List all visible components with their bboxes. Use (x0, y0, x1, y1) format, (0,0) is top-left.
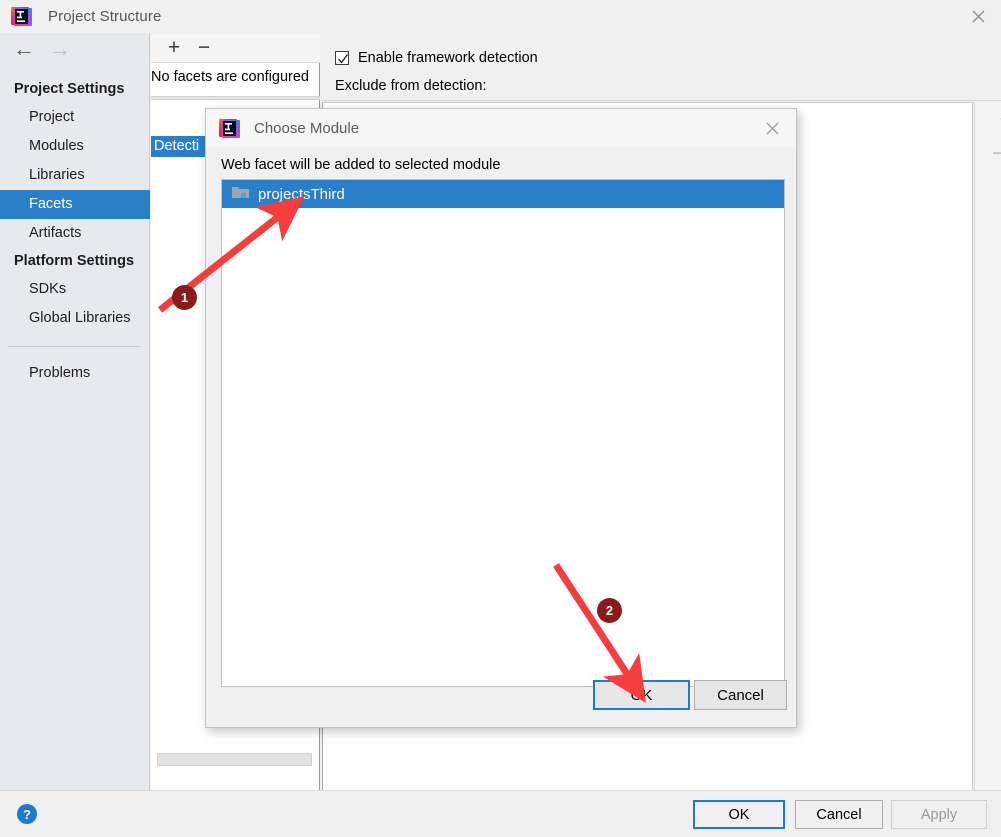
remove-exclusion-button: − (991, 141, 1001, 165)
module-list-item-projectsthird[interactable]: projectsThird (222, 180, 784, 208)
facets-horizontal-scrollbar[interactable] (157, 753, 312, 766)
sidebar-item-global-libraries[interactable]: Global Libraries (0, 304, 150, 333)
forward-arrow-icon[interactable]: → (42, 34, 78, 64)
module-folder-icon (232, 185, 249, 204)
dialog-title-bar: Choose Module (206, 109, 796, 147)
window-title: Project Structure (48, 8, 162, 25)
no-facets-message: No facets are configured (151, 69, 309, 85)
detection-header: Enable framework detection Exclude from … (321, 33, 1001, 101)
exclude-list-toolbar: + − (974, 102, 1001, 791)
sidebar-item-modules[interactable]: Modules (0, 132, 150, 161)
module-list-item-label: projectsThird (258, 185, 345, 203)
add-exclusion-button[interactable]: + (983, 102, 1001, 136)
dialog-cancel-button[interactable]: Cancel (694, 680, 787, 710)
dialog-ok-button[interactable]: OK (593, 680, 690, 710)
choose-module-dialog: Choose Module Web facet will be added to… (205, 108, 797, 728)
back-arrow-icon[interactable]: ← (6, 34, 42, 64)
window-close-button[interactable] (955, 0, 1001, 33)
ok-button[interactable]: OK (693, 800, 785, 829)
dialog-button-bar: OK Cancel (206, 667, 796, 727)
sidebar-group-platform-settings: Platform Settings (14, 253, 135, 269)
dialog-close-button[interactable] (750, 109, 794, 147)
sidebar-item-artifacts[interactable]: Artifacts (0, 219, 150, 248)
enable-framework-detection-label: Enable framework detection (358, 50, 538, 66)
add-facet-button[interactable]: + (159, 34, 189, 62)
remove-facet-button[interactable]: − (189, 34, 219, 62)
settings-sidebar: ← → Project Settings Project Modules Lib… (0, 33, 150, 790)
project-structure-window: Project Structure ← → Project Settings P… (0, 0, 1001, 837)
module-list[interactable]: projectsThird (221, 179, 785, 687)
help-icon[interactable]: ? (17, 804, 37, 824)
sidebar-divider (8, 346, 140, 347)
window-button-bar: ? OK Cancel Apply (0, 790, 1001, 837)
dialog-prompt: Web facet will be added to selected modu… (221, 157, 501, 173)
close-icon (972, 10, 984, 23)
window-title-bar: Project Structure (0, 0, 1001, 33)
apply-button: Apply (891, 800, 987, 829)
intellij-idea-logo-icon (11, 6, 32, 27)
navigation-arrows: ← → (0, 33, 150, 65)
facets-splitter[interactable] (151, 96, 320, 100)
facets-toolbar: + − (151, 33, 320, 63)
checkmark-icon (338, 54, 349, 64)
sidebar-item-problems[interactable]: Problems (0, 359, 150, 388)
enable-framework-detection-checkbox[interactable] (335, 51, 349, 65)
intellij-idea-logo-icon (219, 118, 240, 139)
cancel-button[interactable]: Cancel (795, 800, 883, 829)
enable-framework-detection-row[interactable]: Enable framework detection (335, 50, 538, 66)
sidebar-item-facets[interactable]: Facets (0, 190, 150, 219)
sidebar-item-libraries[interactable]: Libraries (0, 161, 150, 190)
sidebar-item-sdks[interactable]: SDKs (0, 275, 150, 304)
dialog-title: Choose Module (254, 119, 360, 137)
exclude-from-detection-label: Exclude from detection: (335, 78, 487, 94)
close-icon (766, 122, 778, 134)
sidebar-item-project[interactable]: Project (0, 103, 150, 132)
sidebar-group-project-settings: Project Settings (14, 81, 125, 97)
